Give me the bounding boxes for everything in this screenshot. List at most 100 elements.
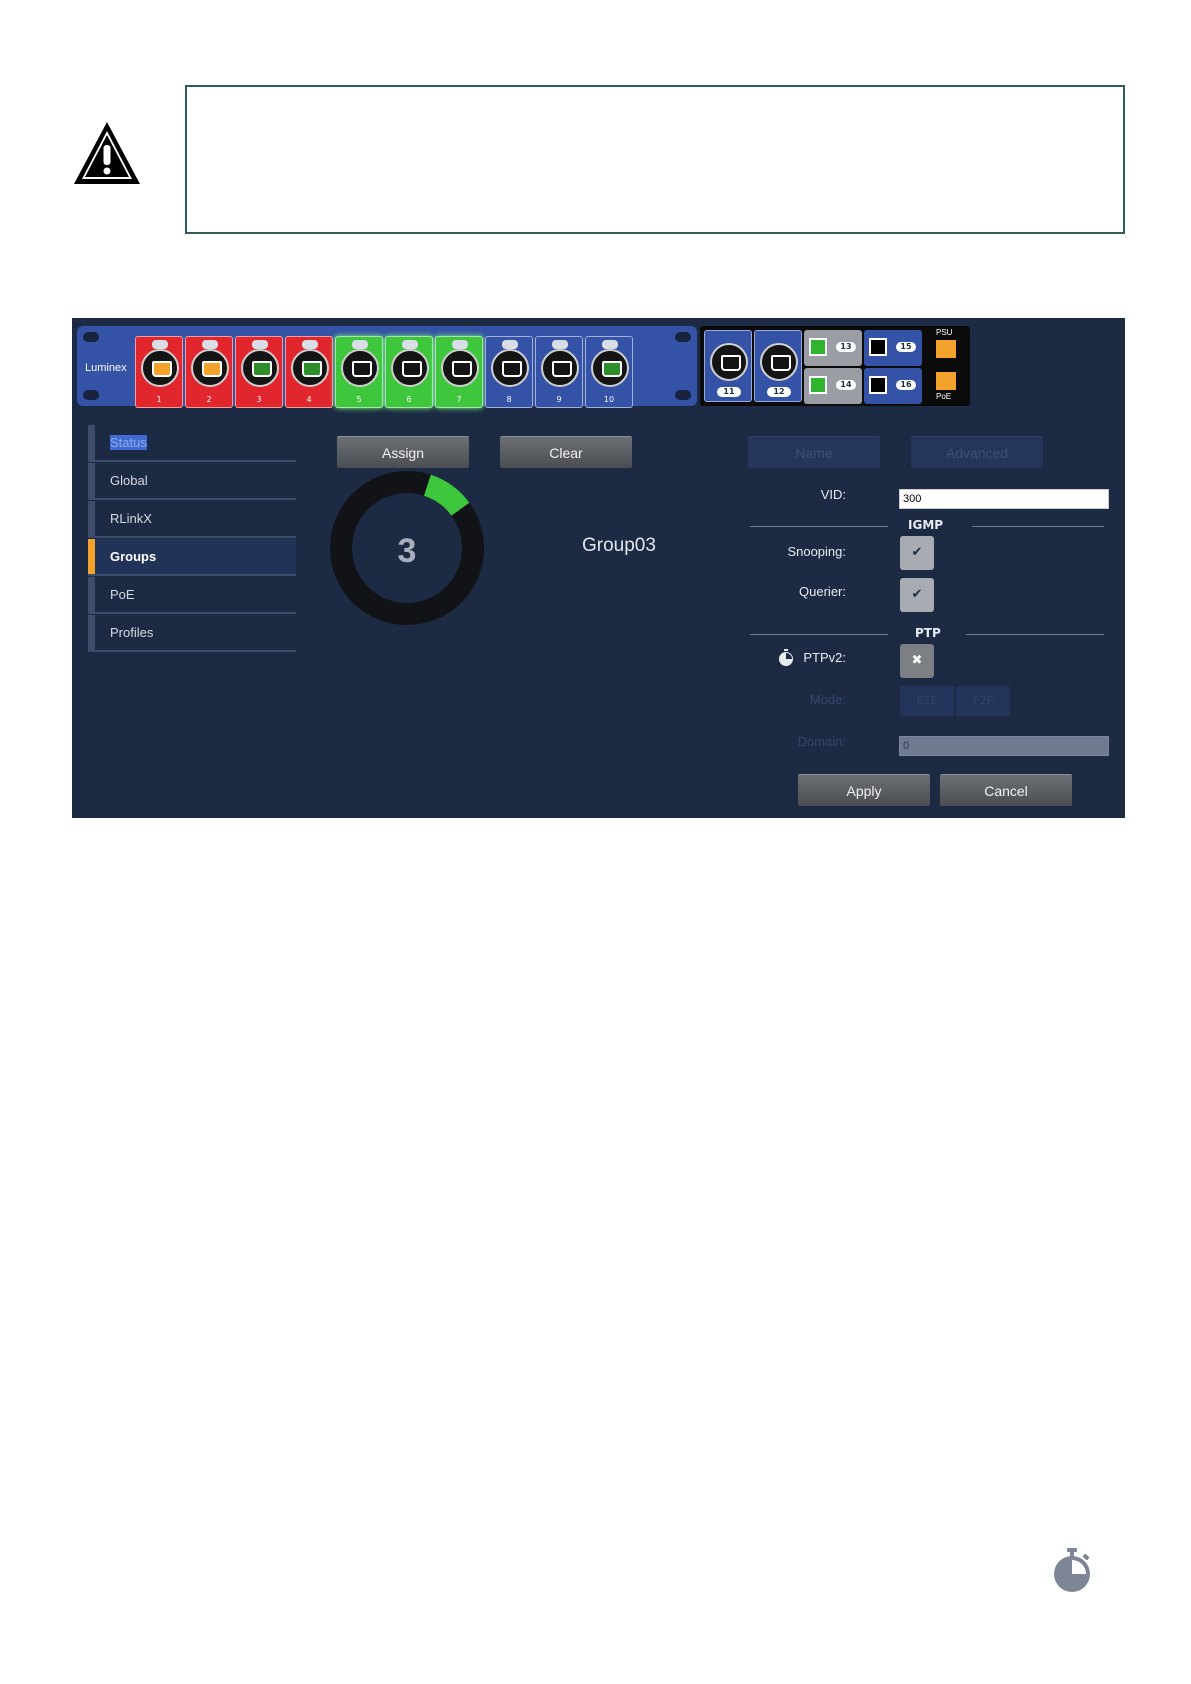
port-2[interactable]: 2: [185, 336, 233, 408]
section-divider: [750, 526, 888, 527]
sidebar-item-label: Global: [110, 473, 148, 488]
port-11[interactable]: 11: [704, 330, 752, 402]
sfp-led: [869, 376, 887, 394]
port-number: 13: [836, 342, 856, 352]
port-number: 3: [256, 395, 262, 404]
rack-screw: [675, 332, 691, 342]
port-4[interactable]: 4: [285, 336, 333, 408]
rj45-jack-icon: [491, 349, 529, 387]
sfp-port-16[interactable]: 16: [864, 368, 922, 404]
sidebar-item-poe[interactable]: PoE: [88, 577, 296, 614]
sidebar-item-rlinkx[interactable]: RLinkX: [88, 501, 296, 538]
switch-config-panel: Luminex 1 2 3 4 5 6 7 8 9 10 11 12 13 14…: [72, 318, 1125, 818]
section-divider: [750, 634, 888, 635]
port-number: 1: [156, 395, 162, 404]
sfp-port-14[interactable]: 14: [804, 368, 862, 404]
sidebar-indicator: [88, 539, 95, 574]
psu-label: PSU: [936, 328, 953, 337]
brand-logo: Luminex: [85, 362, 127, 374]
rack-screw: [83, 390, 99, 400]
domain-label: Domain:: [797, 734, 846, 749]
group-ring: 3: [330, 471, 484, 625]
section-divider: [972, 526, 1104, 527]
port-latch: [152, 340, 168, 349]
sfp-port-15[interactable]: 15: [864, 330, 922, 366]
mode-option-e2e[interactable]: E2E: [900, 686, 954, 716]
rack-screw: [83, 332, 99, 342]
sidebar-item-status[interactable]: Status: [88, 425, 296, 462]
poe-label: PoE: [936, 392, 952, 401]
cancel-button[interactable]: Cancel: [940, 774, 1072, 806]
rack-screw: [675, 390, 691, 400]
port-latch: [202, 340, 218, 349]
domain-input[interactable]: [899, 736, 1109, 756]
rack-front-panel: Luminex 1 2 3 4 5 6 7 8 9 10: [77, 326, 697, 408]
warning-icon: [74, 122, 140, 184]
port-number: 12: [767, 387, 791, 397]
group-name: Group03: [582, 535, 656, 556]
port-6[interactable]: 6: [385, 336, 433, 408]
port-10[interactable]: 10: [585, 336, 633, 408]
clear-button[interactable]: Clear: [500, 436, 632, 468]
sidebar-item-label: RLinkX: [110, 511, 152, 526]
port-number: 11: [717, 387, 741, 397]
rj45-jack-icon: [541, 349, 579, 387]
vid-input[interactable]: [899, 489, 1109, 509]
rj45-jack-icon: [591, 349, 629, 387]
assign-button[interactable]: Assign: [337, 436, 469, 468]
mode-option-p2p[interactable]: P2P: [956, 686, 1010, 716]
port-number: 16: [896, 380, 916, 390]
querier-label: Querier:: [799, 584, 846, 599]
port-number: 4: [306, 395, 312, 404]
rack-sfp-section: 11 12 13 14 15 16 PSU PoE: [700, 326, 970, 406]
port-number: 7: [456, 395, 462, 404]
port-9[interactable]: 9: [535, 336, 583, 408]
port-8[interactable]: 8: [485, 336, 533, 408]
port-number: 8: [506, 395, 512, 404]
port-12[interactable]: 12: [754, 330, 802, 402]
querier-checkbox[interactable]: ✔: [900, 578, 934, 612]
port-number: 15: [896, 342, 916, 352]
poe-indicator: [936, 372, 956, 390]
name-button[interactable]: Name: [748, 436, 880, 468]
port-1[interactable]: 1: [135, 336, 183, 408]
port-latch: [352, 340, 368, 349]
rj45-jack-icon: [141, 349, 179, 387]
ptpv2-label: PTPv2:: [803, 650, 846, 665]
port-number: 6: [406, 395, 412, 404]
group-number: 3: [398, 532, 417, 570]
port-latch: [252, 340, 268, 349]
rj45-jack-icon: [391, 349, 429, 387]
port-latch: [602, 340, 618, 349]
sidebar-item-global[interactable]: Global: [88, 463, 296, 500]
warning-box: [185, 85, 1125, 234]
sidebar-item-profiles[interactable]: Profiles: [88, 615, 296, 652]
sfp-led: [809, 338, 827, 356]
sidebar-item-label: Profiles: [110, 625, 154, 640]
group-ring-segment: [423, 474, 470, 517]
ptpv2-checkbox[interactable]: ✖: [900, 644, 934, 678]
port-5[interactable]: 5: [335, 336, 383, 408]
port-latch: [452, 340, 468, 349]
port-3[interactable]: 3: [235, 336, 283, 408]
port-7[interactable]: 7: [435, 336, 483, 408]
snooping-checkbox[interactable]: ✔: [900, 536, 934, 570]
port-number: 9: [556, 395, 562, 404]
rj45-jack-icon: [341, 349, 379, 387]
rj45-jack-icon: [760, 343, 798, 381]
rj45-jack-icon: [441, 349, 479, 387]
sidebar-item-groups[interactable]: Groups: [88, 539, 296, 576]
port-number: 2: [206, 395, 212, 404]
advanced-button[interactable]: Advanced: [911, 436, 1043, 468]
psu-indicator: [936, 340, 956, 358]
rj45-jack-icon: [291, 349, 329, 387]
sfp-port-13[interactable]: 13: [804, 330, 862, 366]
apply-button[interactable]: Apply: [798, 774, 930, 806]
sfp-led: [869, 338, 887, 356]
port-latch: [552, 340, 568, 349]
sidebar-item-label: Groups: [110, 549, 157, 564]
sidebar-item-label: Status: [110, 435, 147, 450]
sfp-led: [809, 376, 827, 394]
section-divider: [966, 634, 1104, 635]
sidebar-item-label: PoE: [110, 587, 135, 602]
